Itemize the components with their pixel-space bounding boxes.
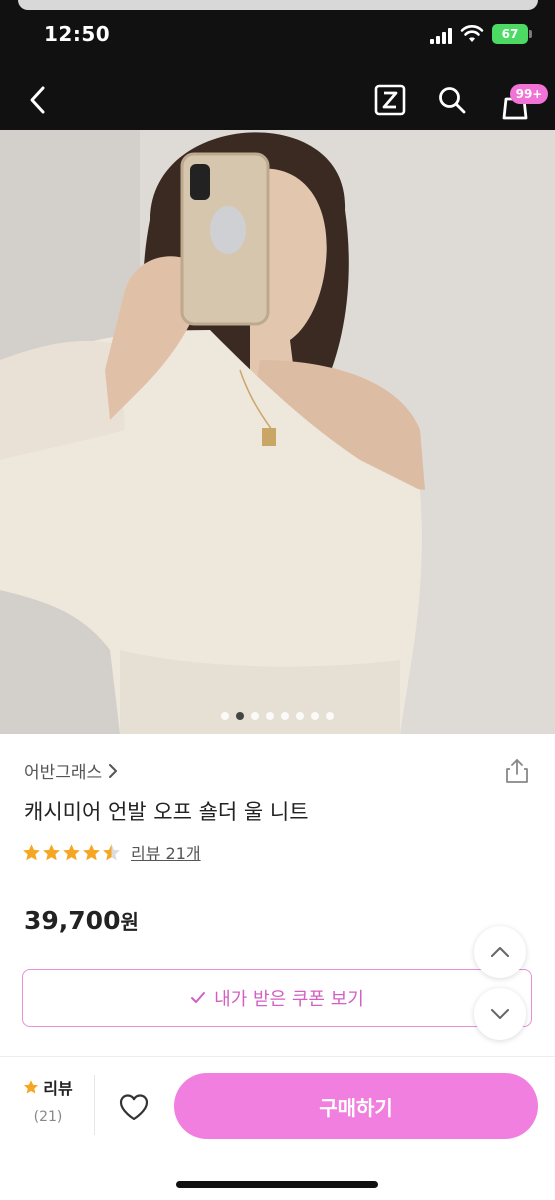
chevron-down-icon (491, 1009, 509, 1019)
bottom-action-bar: 리뷰 (21) 구매하기 (0, 1057, 555, 1200)
rating-row: 리뷰 21개 (22, 840, 201, 864)
review-label: 리뷰 (43, 1079, 73, 1098)
cellular-signal-icon (430, 28, 454, 44)
search-button[interactable] (430, 78, 474, 122)
star-icon (63, 843, 80, 860)
star-half-icon (103, 843, 120, 860)
star-icon (43, 843, 60, 860)
carousel-pagination (0, 712, 555, 720)
wishlist-button[interactable] (112, 1087, 156, 1127)
price-value: 39,700 (24, 906, 121, 935)
checkmark-icon (191, 992, 206, 1003)
product-image-carousel[interactable] (0, 130, 555, 734)
review-count-link[interactable]: 리뷰 21개 (131, 840, 201, 864)
carousel-dot[interactable] (266, 712, 274, 720)
notch-bar (18, 0, 538, 10)
share-icon (506, 759, 528, 783)
carousel-dot[interactable] (326, 712, 334, 720)
product-photo (0, 130, 555, 734)
status-bar: 12:50 67 (0, 0, 555, 70)
cart-button[interactable]: 99+ (490, 78, 548, 122)
brand-name: 어반그래스 (24, 763, 103, 783)
home-indicator (176, 1181, 378, 1188)
carousel-dot[interactable] (221, 712, 229, 720)
status-time: 12:50 (44, 22, 111, 46)
product-price: 39,700원 (24, 906, 139, 935)
vertical-divider (94, 1075, 95, 1135)
chevron-right-icon (109, 763, 118, 778)
back-arrow-icon (30, 86, 45, 114)
cart-count-badge: 99+ (510, 84, 548, 104)
heart-icon (119, 1094, 149, 1121)
battery-indicator: 67 (492, 24, 532, 44)
battery-level: 67 (501, 27, 519, 41)
search-icon (439, 87, 466, 114)
star-icon (24, 1080, 39, 1094)
review-summary-button[interactable]: 리뷰 (21) (18, 1075, 78, 1125)
zigzag-z-icon (374, 84, 406, 116)
view-coupons-button[interactable]: 내가 받은 쿠폰 보기 (22, 969, 532, 1027)
review-summary-label: 리뷰 (18, 1075, 78, 1099)
chevron-up-icon (491, 947, 509, 957)
carousel-dot[interactable] (281, 712, 289, 720)
star-icon (83, 843, 100, 860)
buy-button[interactable]: 구매하기 (174, 1073, 538, 1139)
coupon-label: 내가 받은 쿠폰 보기 (214, 989, 364, 1010)
rating-stars (22, 843, 121, 862)
carousel-dot-active[interactable] (236, 712, 244, 720)
star-icon (23, 843, 40, 860)
scroll-down-button[interactable] (474, 988, 526, 1040)
top-nav-bar: 99+ (0, 70, 555, 130)
brand-link[interactable]: 어반그래스 (24, 758, 118, 783)
price-currency: 원 (120, 910, 139, 934)
wifi-icon (460, 25, 484, 42)
product-title: 캐시미어 언발 오프 숄더 울 니트 (24, 800, 309, 824)
zigzag-home-button[interactable] (368, 78, 412, 122)
review-count: (21) (33, 1109, 63, 1125)
carousel-dot[interactable] (251, 712, 259, 720)
scroll-up-button[interactable] (474, 926, 526, 978)
back-button[interactable] (16, 78, 60, 122)
carousel-dot[interactable] (311, 712, 319, 720)
share-button[interactable] (502, 756, 532, 786)
carousel-dot[interactable] (296, 712, 304, 720)
